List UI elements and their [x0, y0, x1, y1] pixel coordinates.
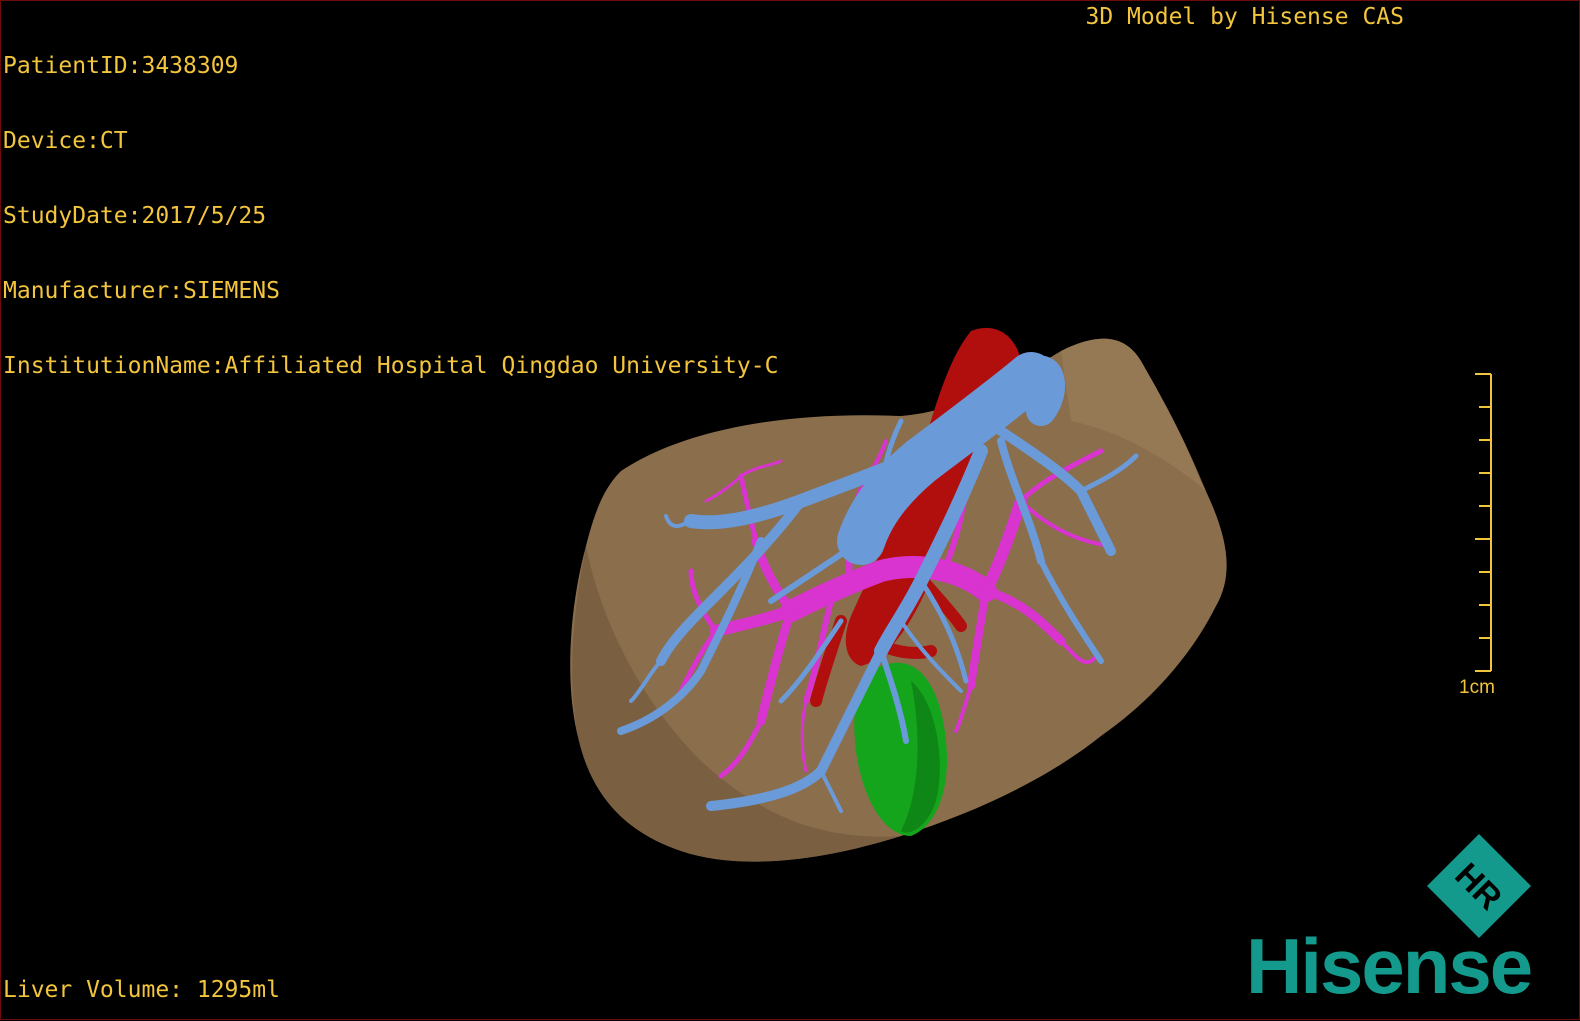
dicom-info-block: PatientID:3438309 Device:CT StudyDate:20…	[3, 4, 778, 429]
scale-bar-label: 1cm	[1459, 677, 1495, 698]
logo-wordmark: Hisense	[1246, 922, 1533, 1010]
model-credit-text: 3D Model by Hisense CAS	[1085, 4, 1405, 30]
liver-volume-text: Liver Volume: 1295ml	[3, 977, 280, 1003]
3d-viewport[interactable]: PatientID:3438309 Device:CT StudyDate:20…	[0, 0, 1580, 1020]
institution-text: InstitutionName:Affiliated Hospital Qing…	[3, 353, 779, 379]
patient-id-text: PatientID:3438309	[3, 53, 239, 79]
study-date-text: StudyDate:2017/5/25	[3, 203, 267, 229]
hisense-logo: HR Hisense	[1246, 831, 1576, 1011]
device-text: Device:CT	[3, 128, 128, 154]
scale-bar	[1475, 373, 1492, 672]
manufacturer-text: Manufacturer:SIEMENS	[3, 278, 280, 304]
